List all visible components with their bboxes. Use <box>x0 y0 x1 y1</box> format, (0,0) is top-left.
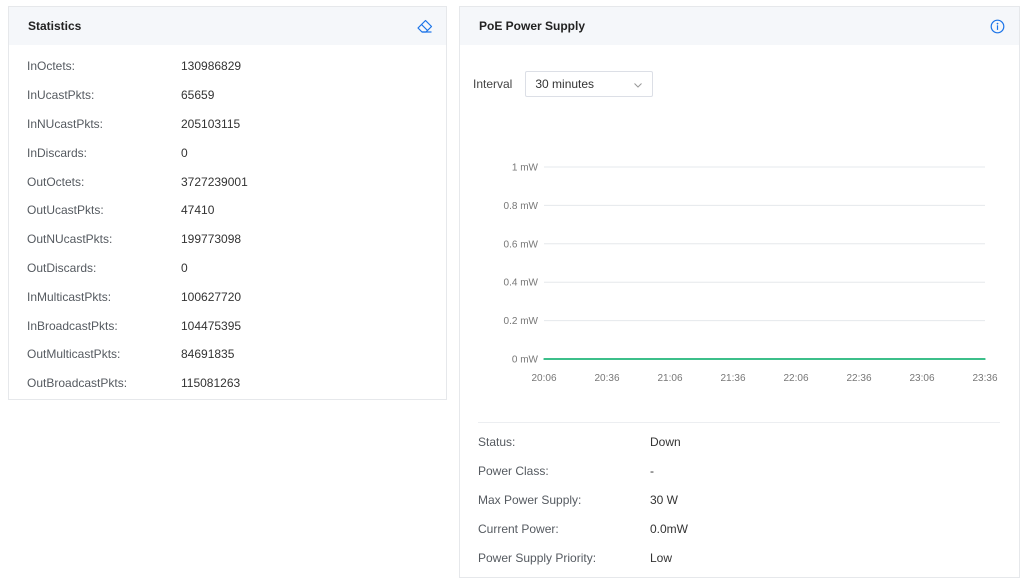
stat-row-label: InNUcastPkts: <box>27 116 104 131</box>
stat-row-label: OutOctets: <box>27 174 85 189</box>
info-row-label: Status: <box>478 435 516 450</box>
info-row-label: Max Power Supply: <box>478 492 582 507</box>
poe-panel: PoE Power Supply Interval 30 minutes 0 m… <box>459 6 1020 578</box>
interval-value: 30 minutes <box>535 77 595 91</box>
stat-row: InDiscards: 0 <box>9 138 446 167</box>
statistics-title: Statistics <box>28 19 82 33</box>
poe-info-list: Status: Down Power Class: - Max Power Supply… <box>460 428 1019 572</box>
statistics-list: InOctets: 130986829 InUcastPkts: 65659 InNUc… <box>9 45 446 398</box>
stat-row-value: 84691835 <box>181 347 235 362</box>
stat-row: OutMulticastPkts: 84691835 <box>9 340 446 369</box>
y-tick-label: 0.8 mW <box>504 201 539 212</box>
chevron-down-icon <box>634 77 643 91</box>
statistics-header: Statistics <box>9 7 446 45</box>
interval-select[interactable]: 30 minutes <box>525 71 654 97</box>
stat-row-value: 205103115 <box>181 116 241 131</box>
data-point <box>858 358 860 360</box>
x-tick-label: 22:36 <box>846 373 871 384</box>
info-row-label: Power Class: <box>478 464 549 479</box>
info-circle-icon[interactable] <box>988 17 1006 35</box>
x-tick-label: 21:06 <box>657 373 682 384</box>
stat-row: InNUcastPkts: 205103115 <box>9 110 446 139</box>
x-tick-label: 20:06 <box>531 373 556 384</box>
stat-row-value: 100627720 <box>181 289 242 304</box>
stat-row-value: 0 <box>181 260 188 275</box>
stat-row: InUcastPkts: 65659 <box>9 81 446 110</box>
data-point <box>669 358 671 360</box>
poe-title: PoE Power Supply <box>479 19 586 33</box>
y-tick-label: 0.4 mW <box>504 278 539 289</box>
stat-row-label: InOctets: <box>27 59 76 74</box>
info-row: Power Supply Priority: Low <box>460 543 1019 572</box>
x-tick-label: 20:36 <box>594 373 619 384</box>
stat-row: InMulticastPkts: 100627720 <box>9 282 446 311</box>
stat-row: OutNUcastPkts: 199773098 <box>9 225 446 254</box>
stat-row-label: OutUcastPkts: <box>27 203 104 218</box>
x-tick-label: 23:06 <box>909 373 934 384</box>
info-row-value: - <box>650 464 654 479</box>
statistics-panel: Statistics InOctets: 130986829 InUcastPkts… <box>8 6 447 400</box>
data-point <box>795 358 797 360</box>
data-point <box>984 358 986 360</box>
y-tick-label: 0.6 mW <box>504 239 539 250</box>
stat-row-value: 3727239001 <box>181 174 248 189</box>
stat-row: OutUcastPkts: 47410 <box>9 196 446 225</box>
data-point <box>543 358 545 360</box>
y-tick-label: 0.2 mW <box>504 316 539 327</box>
info-row-label: Current Power: <box>478 521 559 536</box>
data-point <box>606 358 608 360</box>
stat-row-label: OutBroadcastPkts: <box>27 376 128 391</box>
data-point <box>732 358 734 360</box>
info-row-value: Down <box>650 435 681 450</box>
x-tick-label: 22:06 <box>783 373 808 384</box>
stat-row: InBroadcastPkts: 104475395 <box>9 311 446 340</box>
stat-row-label: OutDiscards: <box>27 260 97 275</box>
info-row-value: Low <box>650 550 673 565</box>
stat-row-label: InDiscards: <box>27 145 88 160</box>
divider <box>478 422 1000 423</box>
stat-row-value: 130986829 <box>181 59 242 74</box>
y-tick-label: 1 mW <box>512 163 539 174</box>
stat-row-value: 65659 <box>181 88 215 103</box>
stat-row: OutOctets: 3727239001 <box>9 167 446 196</box>
stat-row-value: 115081263 <box>181 376 241 391</box>
info-row: Power Class: - <box>460 457 1019 486</box>
info-row-value: 0.0mW <box>650 521 689 536</box>
stat-row-value: 104475395 <box>181 318 242 333</box>
info-row: Max Power Supply: 30 W <box>460 486 1019 515</box>
data-point <box>921 358 923 360</box>
x-tick-label: 23:36 <box>972 373 997 384</box>
info-row: Status: Down <box>460 428 1019 457</box>
eraser-icon[interactable] <box>415 17 433 35</box>
stat-row-label: OutMulticastPkts: <box>27 347 121 362</box>
info-row-label: Power Supply Priority: <box>478 550 597 565</box>
power-chart: 0 mW 0.2 mW 0.4 mW 0.6 mW 0.8 mW 1 mW 20:06 20:… <box>504 163 998 385</box>
stat-row: OutBroadcastPkts: 115081263 <box>9 369 446 398</box>
stat-row-label: InBroadcastPkts: <box>27 318 118 333</box>
info-row-value: 30 W <box>650 492 679 507</box>
stat-row: OutDiscards: 0 <box>9 254 446 283</box>
stat-row-label: InUcastPkts: <box>27 88 95 103</box>
stat-row: InOctets: 130986829 <box>9 52 446 81</box>
interval-row: Interval 30 minutes <box>473 71 654 97</box>
poe-header: PoE Power Supply <box>460 7 1019 45</box>
x-tick-label: 21:36 <box>720 373 745 384</box>
stat-row-value: 199773098 <box>181 232 242 247</box>
interval-label: Interval <box>473 77 513 91</box>
stat-row-label: InMulticastPkts: <box>27 289 112 304</box>
stat-row-label: OutNUcastPkts: <box>27 232 113 247</box>
info-row: Current Power: 0.0mW <box>460 514 1019 543</box>
stat-row-value: 0 <box>181 145 188 160</box>
stat-row-value: 47410 <box>181 203 215 218</box>
y-tick-label: 0 mW <box>512 355 539 366</box>
